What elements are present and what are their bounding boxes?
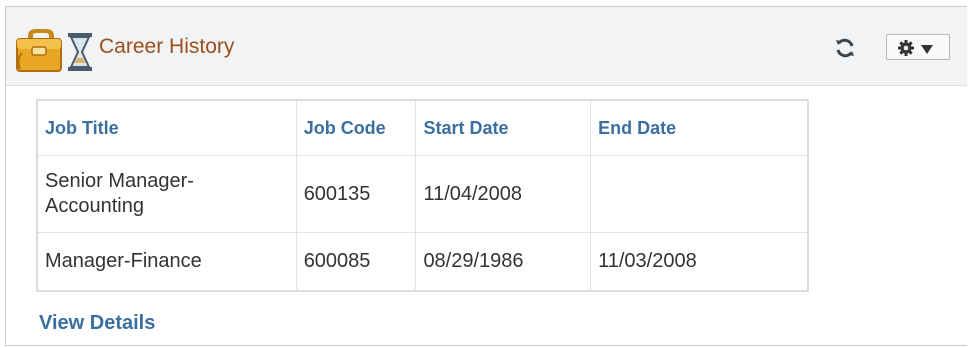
column-header-job-code: Job Code	[295, 99, 417, 156]
job-title-line: Accounting	[45, 195, 144, 217]
job-code-cell: 600085	[295, 232, 417, 292]
refresh-icon[interactable]	[833, 36, 857, 60]
column-header-start-date: Start Date	[415, 99, 592, 156]
career-history-pagelet: Career History Job Title Job Code Start …	[5, 6, 967, 346]
table-row: Manager-Finance 600085 08/29/1986 11/03/…	[36, 232, 809, 292]
end-date-cell: 11/03/2008	[590, 232, 809, 292]
table-row: Senior Manager- Accounting 600135 11/04/…	[36, 155, 809, 233]
gear-icon	[897, 39, 915, 57]
actions-menu-button[interactable]	[886, 34, 950, 60]
job-code-cell: 600135	[295, 155, 417, 233]
column-header-end-date: End Date	[590, 99, 809, 156]
job-title-line: Senior Manager-	[45, 170, 194, 192]
career-history-table: Job Title Job Code Start Date End Date S…	[36, 99, 809, 292]
pagelet-header: Career History	[6, 7, 967, 86]
pagelet-title: Career History	[99, 35, 235, 58]
view-details-link[interactable]: View Details	[39, 312, 155, 335]
start-date-cell: 08/29/1986	[415, 232, 592, 292]
chevron-down-icon	[920, 42, 934, 54]
table-header-row: Job Title Job Code Start Date End Date	[36, 99, 809, 156]
briefcase-hourglass-icon	[14, 23, 96, 73]
start-date-cell: 11/04/2008	[415, 155, 592, 233]
job-title-cell: Manager-Finance	[36, 232, 297, 292]
column-header-job-title: Job Title	[36, 99, 297, 156]
job-title-cell: Senior Manager- Accounting	[36, 155, 297, 233]
end-date-cell	[590, 155, 809, 233]
